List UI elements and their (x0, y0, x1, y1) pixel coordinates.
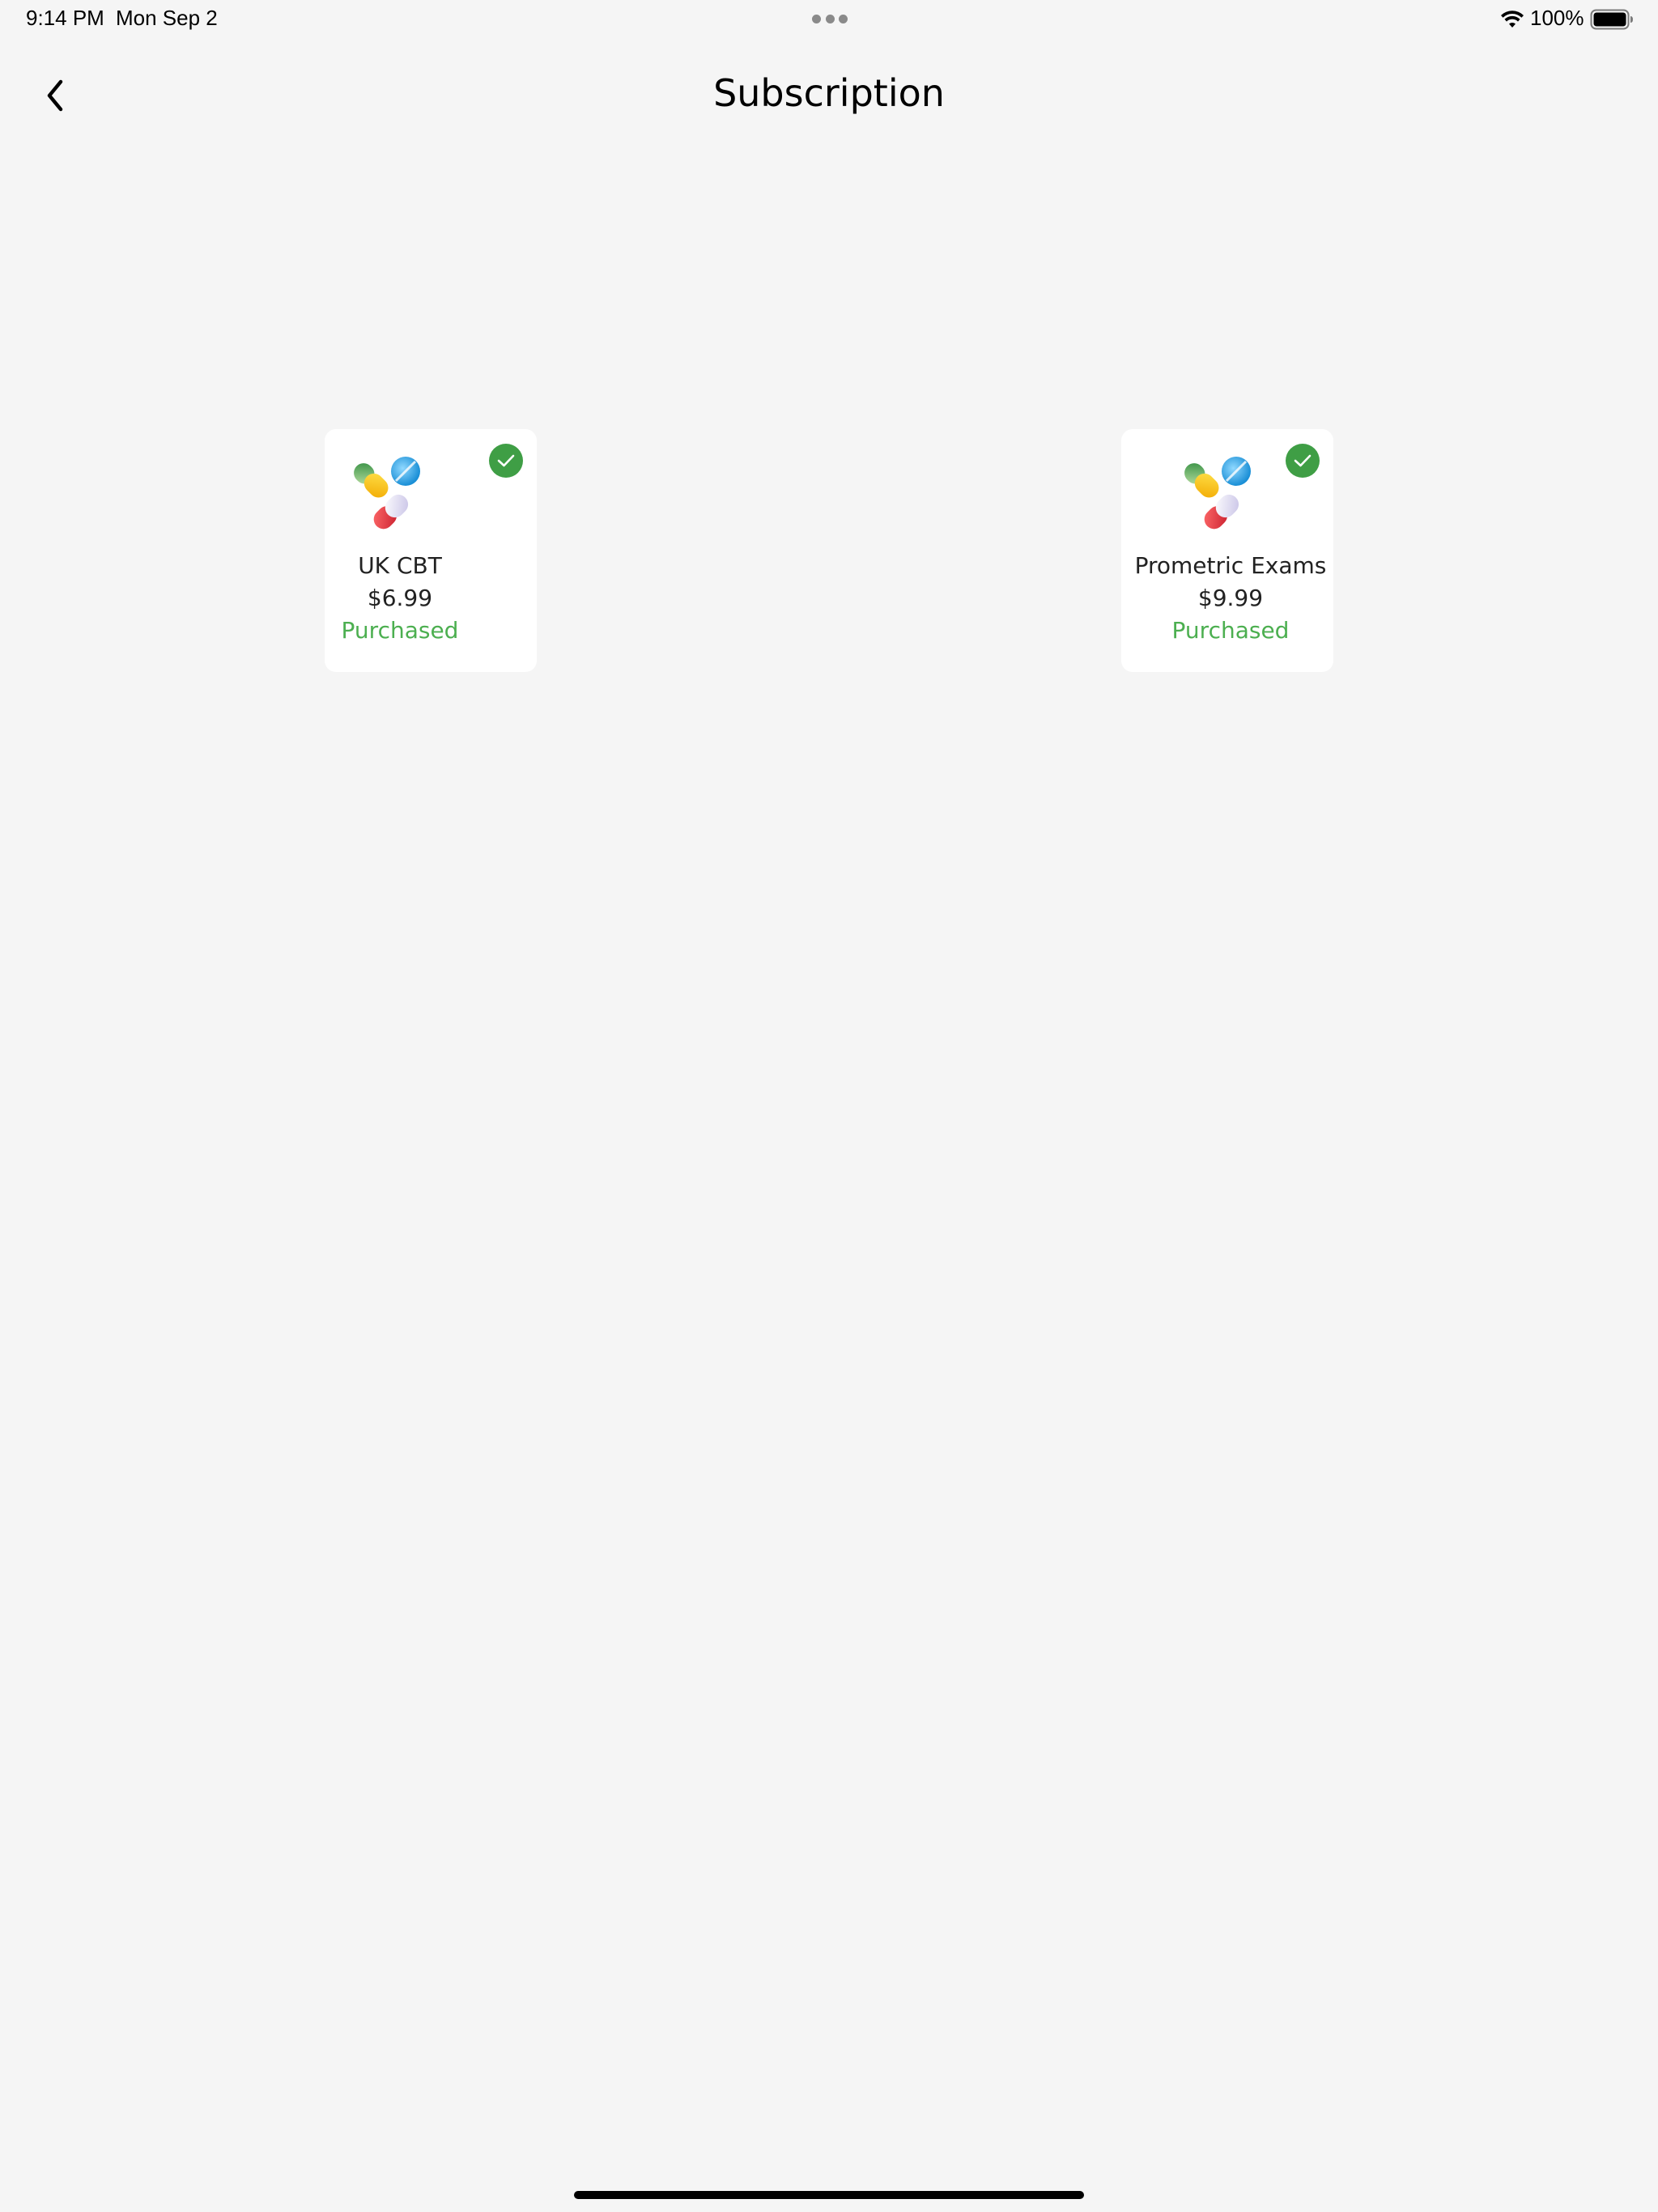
subscription-name: UK CBT (358, 552, 442, 579)
pills-logo-icon (1184, 457, 1251, 530)
battery-percent: 100% (1530, 6, 1584, 30)
subscription-price: $9.99 (1197, 585, 1264, 611)
status-bar: 9:14 PM Mon Sep 2 100% (0, 0, 1658, 39)
status-time: 9:14 PM (26, 6, 104, 30)
subscription-status: Purchased (1171, 617, 1290, 644)
status-date: Mon Sep 2 (116, 6, 218, 30)
subscription-price: $6.99 (367, 585, 433, 611)
checkmark-circle-icon (1286, 444, 1320, 478)
home-indicator[interactable] (574, 2191, 1084, 2199)
pills-logo-icon (354, 457, 420, 530)
checkmark-circle-icon (489, 444, 523, 478)
multitask-dots-icon[interactable] (812, 15, 848, 24)
subscription-status: Purchased (341, 617, 459, 644)
subscription-name: Prometric Exams (1134, 552, 1327, 579)
battery-icon (1590, 9, 1633, 30)
wifi-icon (1501, 11, 1524, 28)
page-title: Subscription (713, 71, 945, 115)
subscription-card-uk-cbt[interactable]: UK CBT $6.99 Purchased (325, 429, 537, 672)
subscription-card-prometric-exams[interactable]: Prometric Exams $9.99 Purchased (1121, 429, 1333, 672)
